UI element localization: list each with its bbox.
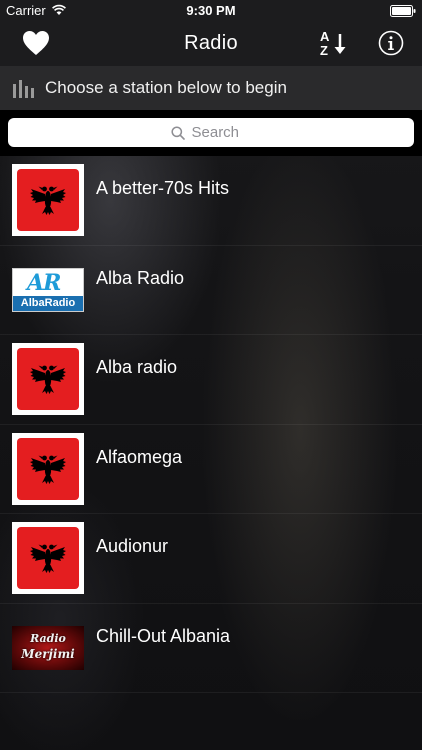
station-name: Chill-Out Albania	[96, 625, 231, 646]
station-logo: Radio Merjimi	[12, 612, 84, 684]
now-playing-bar[interactable]: Choose a station below to begin	[0, 66, 422, 110]
status-bar: Carrier 9:30 PM	[0, 0, 422, 22]
svg-text:A: A	[320, 29, 330, 44]
albanian-flag-icon	[17, 527, 79, 589]
station-row[interactable]: Audionur	[0, 514, 422, 604]
station-row[interactable]: Alfaomega	[0, 425, 422, 514]
equalizer-bars-icon	[13, 80, 34, 98]
radio-merjimi-logo-icon: Radio Merjimi	[12, 625, 84, 670]
station-row[interactable]: A better-70s Hits	[0, 156, 422, 246]
app-screen: Carrier 9:30 PM Radio A Z Choose a stati…	[0, 0, 422, 750]
station-logo	[12, 522, 84, 594]
station-logo	[12, 164, 84, 236]
station-row[interactable]: AR AlbaRadio Alba Radio	[0, 246, 422, 335]
station-logo	[12, 343, 84, 415]
page-title: Radio	[184, 32, 238, 54]
station-row[interactable]: Radio Merjimi Chill-Out Albania	[0, 604, 422, 693]
navigation-bar: Radio A Z	[0, 22, 422, 66]
battery-icon	[390, 5, 416, 17]
station-name: Alba Radio	[96, 267, 185, 288]
albanian-flag-icon	[17, 348, 79, 410]
station-logo	[12, 432, 84, 505]
station-logo: AR AlbaRadio	[12, 254, 84, 326]
prompt-text: Choose a station below to begin	[45, 78, 287, 97]
search-field[interactable]	[8, 118, 414, 147]
status-time: 9:30 PM	[186, 3, 236, 18]
search-input[interactable]	[191, 124, 252, 141]
info-icon[interactable]	[378, 30, 404, 56]
svg-text:Z: Z	[320, 43, 328, 58]
station-name: Audionur	[96, 536, 169, 556]
albaradio-logo-icon: AR AlbaRadio	[12, 267, 84, 312]
station-name: Alfaomega	[96, 446, 183, 467]
albanian-flag-icon	[17, 169, 79, 231]
sort-az-icon[interactable]: A Z	[318, 28, 350, 58]
station-list: A better-70s Hits AR AlbaRadio Alba Radi…	[0, 156, 422, 693]
search-icon	[170, 125, 185, 140]
station-name: A better-70s Hits	[96, 178, 230, 198]
albanian-flag-icon	[17, 437, 79, 500]
station-row[interactable]: Alba radio	[0, 335, 422, 425]
station-name: Alba radio	[96, 357, 178, 377]
search-bar	[0, 110, 422, 156]
